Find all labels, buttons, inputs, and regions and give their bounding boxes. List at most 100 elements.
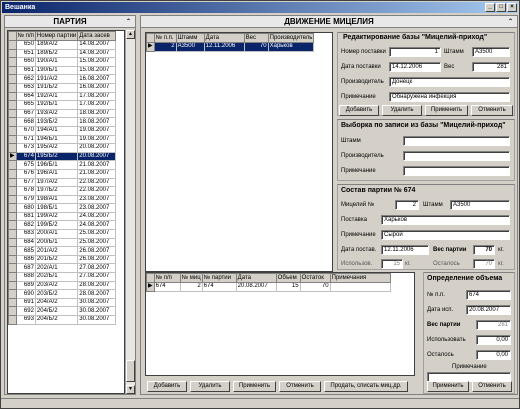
cell[interactable]: 14.08.2007 (77, 40, 117, 50)
cell[interactable]: 688 (15, 272, 36, 282)
cell[interactable]: 195/Б/2 (34, 151, 79, 162)
nomer-field[interactable]: 1 (389, 47, 441, 57)
table-row[interactable]: ▶ 674 2 674 20.08.2007 15 70 (146, 282, 391, 292)
cell[interactable]: 26.08.2007 (77, 254, 117, 265)
sostav-miceliy-field[interactable]: 2 (395, 200, 419, 210)
cell[interactable]: 23.08.2007 (77, 194, 117, 205)
cell[interactable]: 194/A/1 (34, 125, 79, 136)
cell[interactable]: 677 (15, 177, 36, 188)
cell[interactable]: 27.08.2007 (77, 272, 117, 282)
cell[interactable]: 70 (299, 282, 331, 292)
cell[interactable]: 204/A/2 (34, 297, 79, 308)
cell[interactable]: 202/Б/1 (34, 272, 79, 282)
sostav-data-field[interactable]: 12.11.2006 (381, 245, 429, 255)
col-header[interactable]: Штамм (175, 33, 205, 43)
apply-button[interactable]: Применить (233, 381, 276, 392)
cell[interactable]: 30.08.2007 (77, 306, 117, 316)
cell[interactable]: 17.08.2007 (77, 91, 117, 102)
table-row[interactable]: 690 203/Б/2 28.08.2007 (8, 289, 117, 299)
col-header[interactable]: № п/п (15, 31, 36, 41)
cell[interactable]: 2 (153, 42, 177, 52)
table-row[interactable]: 665 192/Б/1 17.08.2007 (8, 100, 117, 110)
table-row[interactable]: 650 189/A/2 14.08.2007 (8, 40, 117, 50)
cell[interactable]: 668 (15, 117, 36, 127)
cell[interactable]: 201/Б/2 (34, 254, 79, 265)
cell[interactable]: 204/Б/2 (34, 306, 79, 316)
proizv-field[interactable]: Донецк (389, 77, 510, 87)
maximize-button[interactable]: □ (496, 3, 506, 12)
cell[interactable]: 667 (15, 108, 36, 119)
data-field[interactable]: 14.12.2006 (389, 62, 441, 72)
cell[interactable]: 18.08.2007 (77, 117, 117, 127)
col-header[interactable]: Объем (275, 273, 301, 283)
col-header[interactable]: Примечания (329, 273, 391, 283)
cell[interactable]: 18.08.2007 (77, 108, 117, 119)
table-row[interactable]: 662 191/A/2 16.08.2007 (8, 74, 117, 84)
cell[interactable]: 203/Б/2 (34, 289, 79, 299)
cell[interactable]: 196/Б/1 (34, 160, 79, 170)
partiya-grid[interactable]: № п/п Номер партии Дата засев 650 189/A/2 14… (7, 30, 125, 394)
cell[interactable]: 199/Б/2 (34, 220, 79, 231)
cell[interactable]: 195/A/2 (34, 143, 79, 153)
cell[interactable]: 687 (15, 263, 36, 274)
edit-apply-button[interactable]: Применить (425, 105, 468, 116)
table-row[interactable]: 678 197/Б/2 22.08.2007 (8, 186, 117, 196)
cell[interactable]: 679 (15, 194, 36, 205)
table-row[interactable]: 688 202/Б/1 27.08.2007 (8, 272, 117, 282)
cell[interactable]: 24.08.2007 (77, 220, 117, 231)
cell[interactable]: 25.08.2007 (77, 237, 117, 248)
table-row[interactable]: 677 197/A/2 22.08.2007 (8, 177, 117, 188)
cell[interactable]: 693 (15, 315, 36, 325)
cell[interactable]: 663 (15, 82, 36, 93)
cell[interactable]: 17.08.2007 (77, 100, 117, 110)
cell[interactable]: 683 (15, 229, 36, 239)
close-button[interactable]: × (507, 3, 517, 12)
cell[interactable]: 660 (15, 57, 36, 67)
cell[interactable]: 203/A/2 (34, 280, 79, 291)
cell[interactable]: 200/Б/1 (34, 237, 79, 248)
col-header[interactable]: Остаток (299, 273, 331, 283)
cell[interactable]: 676 (15, 168, 36, 179)
cell[interactable]: 204/Б/2 (34, 315, 79, 325)
table-row[interactable]: ▶ 2 A3500 12.11.2006 70 Харьков (146, 42, 315, 52)
table-row[interactable]: 681 199/A/2 24.08.2007 (8, 211, 117, 222)
cell[interactable]: 689 (15, 280, 36, 291)
col-header[interactable]: Дата (203, 33, 245, 43)
cell[interactable]: 21.08.2007 (77, 160, 117, 170)
cell[interactable]: 25.08.2007 (77, 229, 117, 239)
vyb-shtamm-field[interactable] (403, 136, 510, 146)
partiya-scrollbar[interactable]: ▲ ▼ (125, 30, 135, 394)
ves-field[interactable]: 281 (472, 62, 510, 72)
sostav-prim-field[interactable]: Сырой (381, 230, 510, 240)
table-row[interactable]: 683 200/A/1 25.08.2007 (8, 229, 117, 239)
cell[interactable]: 193/Б/2 (34, 117, 79, 127)
sostav-postavka-field[interactable]: Харьков (381, 215, 510, 225)
cell[interactable]: 28.08.2007 (77, 289, 117, 299)
cell[interactable]: 199/A/2 (34, 211, 79, 222)
col-header[interactable]: № п/п (153, 273, 181, 283)
cell[interactable]: 190/A/1 (34, 57, 79, 67)
cell[interactable]: 661 (15, 65, 36, 76)
shtamm-field[interactable]: A3500 (472, 47, 510, 57)
cell[interactable]: 200/A/1 (34, 229, 79, 239)
opr-np-field[interactable]: 674 (466, 290, 511, 300)
table-row[interactable]: 691 204/A/2 30.08.2007 (8, 297, 117, 308)
table-row[interactable]: 668 193/Б/2 18.08.2007 (8, 117, 117, 127)
cell[interactable]: 30.08.2007 (77, 315, 117, 325)
table-row[interactable]: ▶ 674 195/Б/2 20.08.2007 (8, 151, 117, 162)
cell[interactable]: 21.08.2007 (77, 168, 117, 179)
cell[interactable]: 671 (15, 134, 36, 145)
table-row[interactable]: 680 198/Б/1 23.08.2007 (8, 203, 117, 213)
cell[interactable]: 192/Б/1 (34, 100, 79, 110)
prim-field[interactable]: Обнаружена инфекция (389, 92, 510, 102)
cell[interactable]: 684 (15, 237, 36, 248)
table-row[interactable]: 682 199/Б/2 24.08.2007 (8, 220, 117, 231)
cell[interactable]: 201/A/2 (34, 246, 79, 256)
cell[interactable]: 198/Б/1 (34, 203, 79, 213)
sell-writeoff-button[interactable]: Продать, списать миц.др. (324, 381, 408, 392)
table-row[interactable]: 667 193/A/2 18.08.2007 (8, 108, 117, 119)
cell[interactable]: 19.08.2007 (77, 125, 117, 136)
cell[interactable]: 22.08.2007 (77, 186, 117, 196)
table-row[interactable]: 663 191/Б/2 16.08.2007 (8, 82, 117, 93)
sostav-ves-field[interactable]: 70 (473, 245, 495, 255)
